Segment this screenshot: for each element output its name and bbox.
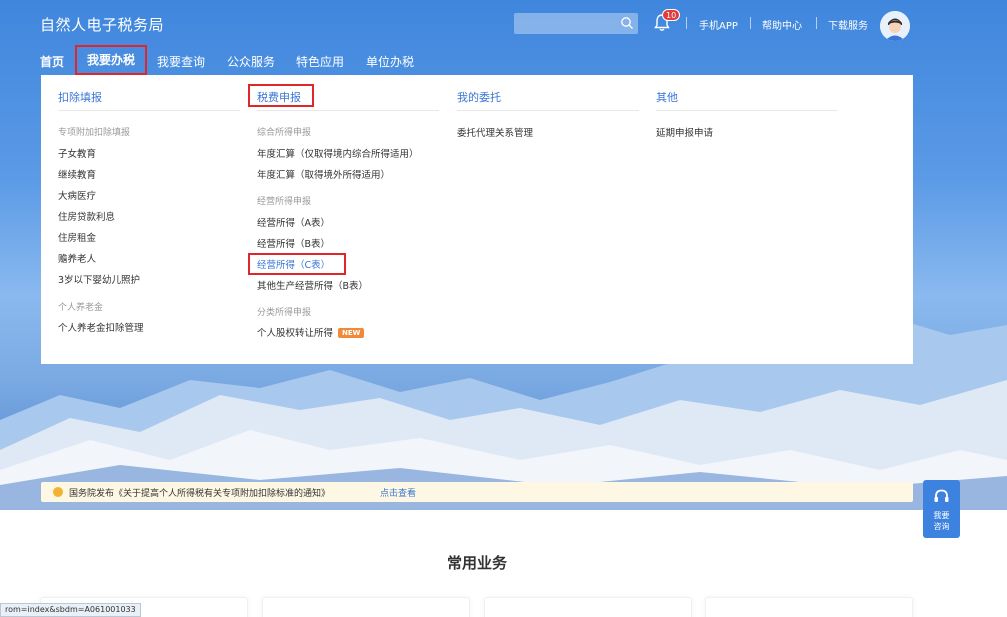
nav-unit-tax[interactable]: 单位办税 (366, 53, 414, 70)
nav-public-service[interactable]: 公众服务 (227, 53, 275, 70)
site-logo[interactable]: 自然人电子税务局 (40, 14, 164, 35)
menu-item[interactable]: 住房贷款利息 (58, 209, 115, 223)
business-card[interactable] (705, 597, 913, 617)
menu-item[interactable]: 委托代理关系管理 (457, 125, 533, 139)
menu-item[interactable]: 其他生产经营所得（B表） (257, 278, 368, 292)
user-avatar-icon (880, 11, 910, 41)
search-input[interactable] (514, 13, 638, 34)
help-center-link[interactable]: 帮助中心 (762, 17, 802, 32)
nav-home[interactable]: 首页 (40, 53, 64, 70)
menu-item[interactable]: 赡养老人 (58, 251, 96, 265)
notice-icon (53, 487, 63, 497)
download-service-link[interactable]: 下载服务 (828, 17, 868, 32)
menu-item[interactable]: 3岁以下婴幼儿照护 (58, 272, 140, 286)
menu-item[interactable]: 年度汇算（取得境外所得适用） (257, 167, 390, 181)
divider (686, 17, 687, 29)
menu-group-label: 个人养老金 (58, 303, 104, 313)
divider (58, 110, 240, 111)
menu-item-label: 个人股权转让所得 (257, 328, 334, 339)
divider (656, 110, 838, 111)
menu-group-label: 分类所得申报 (257, 308, 312, 318)
dropdown-menu: 扣除填报 专项附加扣除填报 子女教育 继续教育 大病医疗 住房贷款利息 住房租金… (41, 75, 913, 364)
avatar[interactable] (880, 11, 910, 41)
menu-column-title[interactable]: 其他 (656, 89, 678, 105)
menu-item[interactable]: 延期申报申请 (656, 125, 713, 139)
nav-special-apps[interactable]: 特色应用 (296, 53, 344, 70)
notification-badge: 10 (662, 9, 681, 21)
mobile-app-link[interactable]: 手机APP (699, 17, 738, 32)
section-title: 常用业务 (446, 554, 507, 572)
consult-label-line1: 我要 (933, 511, 950, 520)
nav-tax-handling[interactable]: 我要办税 (75, 45, 147, 75)
menu-item[interactable]: 住房租金 (58, 230, 96, 244)
menu-column-title[interactable]: 我的委托 (457, 89, 501, 105)
menu-item[interactable]: 经营所得（A表） (257, 215, 330, 229)
divider (457, 110, 639, 111)
divider (257, 110, 439, 111)
menu-item-selected[interactable]: 经营所得（C表） (257, 257, 330, 271)
divider (750, 17, 751, 29)
menu-item[interactable]: 个人养老金扣除管理 (58, 320, 144, 334)
menu-column-title[interactable]: 税费申报 (257, 89, 301, 105)
business-card[interactable] (262, 597, 470, 617)
menu-item[interactable]: 个人股权转让所得 NEW (257, 325, 365, 339)
notice-bar: 国务院发布《关于提高个人所得税有关专项附加扣除标准的通知》 点击查看 (41, 482, 913, 502)
consult-label-line2: 咨询 (933, 522, 950, 531)
menu-group-label: 专项附加扣除填报 (58, 128, 131, 138)
nav-tax-handling-label: 我要办税 (86, 53, 135, 67)
notice-view-link[interactable]: 点击查看 (380, 486, 416, 499)
menu-group-label: 经营所得申报 (257, 197, 312, 207)
search-icon[interactable] (620, 16, 634, 30)
business-card[interactable] (484, 597, 692, 617)
menu-column-title[interactable]: 扣除填报 (58, 89, 102, 105)
new-badge: NEW (338, 328, 365, 338)
menu-item[interactable]: 年度汇算（仅取得境内综合所得适用） (257, 146, 419, 160)
consult-button[interactable]: 我要 咨询 (923, 480, 960, 538)
status-bar-url: rom=index&sbdm=A061001033 (0, 603, 141, 617)
menu-item[interactable]: 大病医疗 (58, 188, 96, 202)
divider (816, 17, 817, 29)
notice-text[interactable]: 国务院发布《关于提高个人所得税有关专项附加扣除标准的通知》 (69, 486, 330, 499)
headset-icon (934, 489, 949, 502)
menu-item[interactable]: 经营所得（B表） (257, 236, 330, 250)
menu-item[interactable]: 子女教育 (58, 146, 96, 160)
nav-query[interactable]: 我要查询 (157, 53, 205, 70)
menu-group-label: 综合所得申报 (257, 128, 312, 138)
menu-item[interactable]: 继续教育 (58, 167, 96, 181)
